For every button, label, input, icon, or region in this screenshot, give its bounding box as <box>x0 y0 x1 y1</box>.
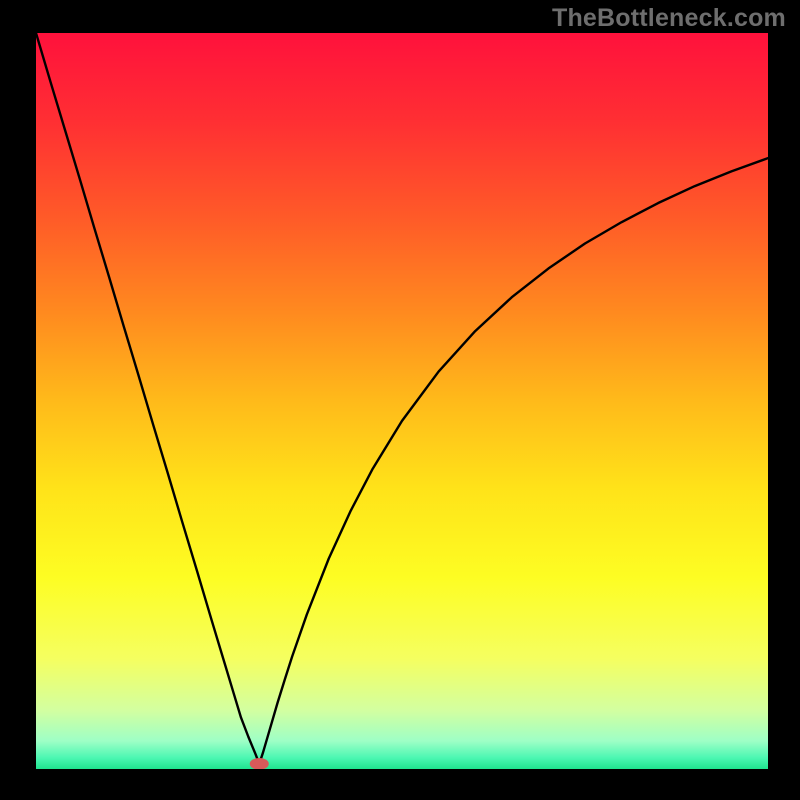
chart-svg <box>36 33 768 769</box>
plot-area <box>36 33 768 769</box>
chart-frame: TheBottleneck.com <box>0 0 800 800</box>
watermark-text: TheBottleneck.com <box>552 4 786 33</box>
